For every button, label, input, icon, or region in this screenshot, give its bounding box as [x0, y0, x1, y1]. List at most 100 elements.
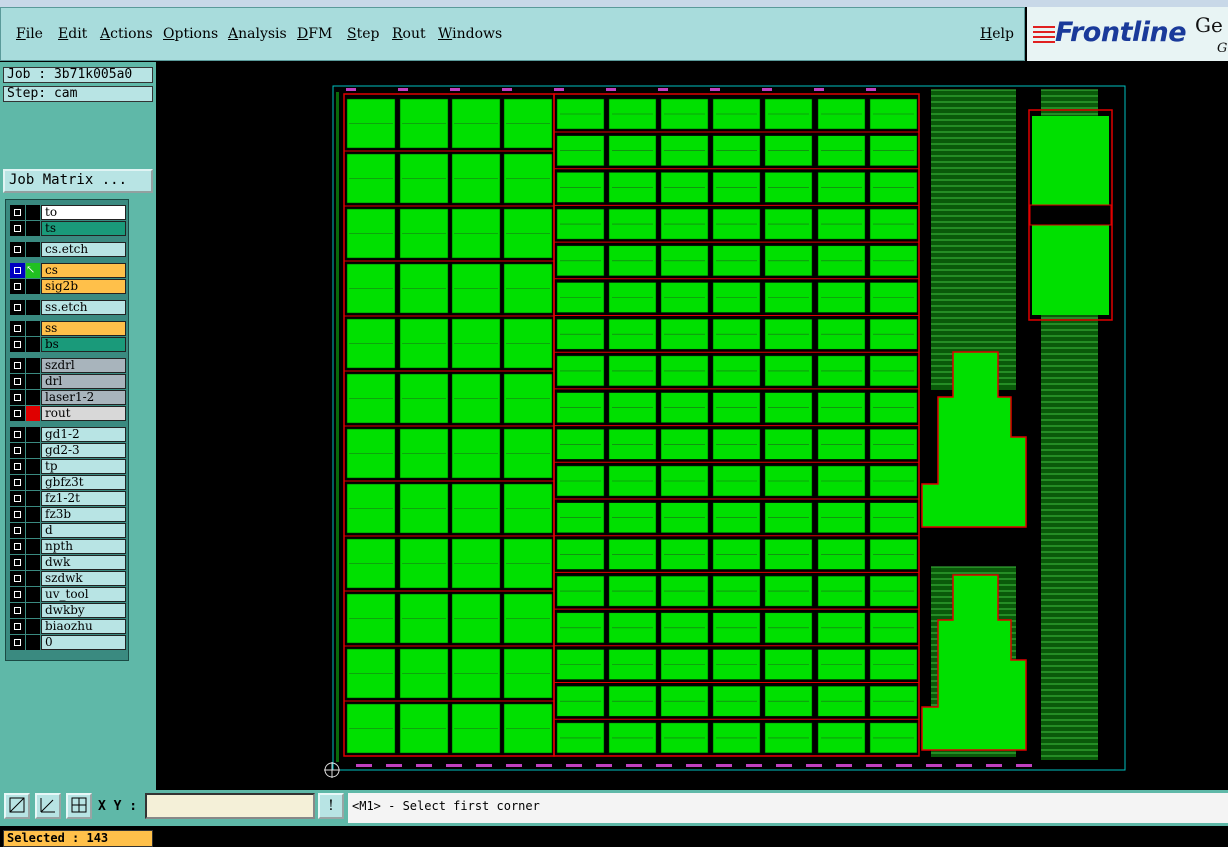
layer-color-swatch[interactable]	[26, 374, 40, 389]
layer-name[interactable]: 0	[41, 635, 126, 650]
menu-rout[interactable]: Rout	[392, 26, 426, 42]
layer-row[interactable]: ss	[8, 321, 126, 336]
layer-checkbox[interactable]	[10, 587, 25, 602]
layer-name[interactable]: sig2b	[41, 279, 126, 294]
layer-name[interactable]: cs.etch	[41, 242, 126, 257]
layer-row[interactable]: npth	[8, 539, 126, 554]
layer-color-swatch[interactable]	[26, 523, 40, 538]
layer-name[interactable]: dwk	[41, 555, 126, 570]
layer-checkbox[interactable]	[10, 603, 25, 618]
layer-checkbox[interactable]	[10, 635, 25, 650]
layer-name[interactable]: fz1-2t	[41, 491, 126, 506]
layer-checkbox[interactable]	[10, 279, 25, 294]
xy-input[interactable]	[145, 793, 315, 819]
layer-color-swatch[interactable]	[26, 507, 40, 522]
menu-analysis[interactable]: Analysis	[228, 26, 287, 42]
layer-color-swatch[interactable]	[26, 587, 40, 602]
layer-color-swatch[interactable]	[26, 603, 40, 618]
layer-color-swatch[interactable]	[26, 300, 40, 315]
layer-checkbox[interactable]	[10, 390, 25, 405]
graphics-canvas[interactable]	[156, 62, 1228, 790]
layer-name[interactable]: bs	[41, 337, 126, 352]
layer-row[interactable]: drl	[8, 374, 126, 389]
menu-file[interactable]: File	[16, 26, 43, 42]
layer-row[interactable]: bs	[8, 337, 126, 352]
layer-checkbox[interactable]	[10, 459, 25, 474]
layer-color-swatch[interactable]	[26, 571, 40, 586]
layer-row[interactable]: sig2b	[8, 279, 126, 294]
layer-color-swatch[interactable]	[26, 459, 40, 474]
layer-color-swatch[interactable]	[26, 279, 40, 294]
layer-checkbox[interactable]	[10, 242, 25, 257]
layer-checkbox[interactable]	[10, 475, 25, 490]
layer-checkbox[interactable]	[10, 358, 25, 373]
layer-name[interactable]: ss.etch	[41, 300, 126, 315]
layer-name[interactable]: to	[41, 205, 126, 220]
layer-checkbox[interactable]	[10, 321, 25, 336]
layer-row[interactable]: ts	[8, 221, 126, 236]
layer-row[interactable]: 0	[8, 635, 126, 650]
layer-row[interactable]: szdwk	[8, 571, 126, 586]
layer-name[interactable]: gd1-2	[41, 427, 126, 442]
layer-checkbox[interactable]	[10, 555, 25, 570]
layer-name[interactable]: gd2-3	[41, 443, 126, 458]
layer-checkbox[interactable]	[10, 619, 25, 634]
layer-row[interactable]: gd2-3	[8, 443, 126, 458]
layer-color-swatch[interactable]	[26, 491, 40, 506]
layer-checkbox[interactable]	[10, 205, 25, 220]
layer-color-swatch[interactable]	[26, 635, 40, 650]
layer-color-swatch[interactable]	[26, 205, 40, 220]
layer-checkbox[interactable]	[10, 571, 25, 586]
layer-checkbox[interactable]	[10, 374, 25, 389]
menu-options[interactable]: Options	[163, 26, 218, 42]
layer-name[interactable]: npth	[41, 539, 126, 554]
panel-drawing[interactable]	[156, 62, 1228, 790]
layer-checkbox[interactable]	[10, 491, 25, 506]
menu-edit[interactable]: Edit	[58, 26, 87, 42]
layer-name[interactable]: biaozhu	[41, 619, 126, 634]
layer-checkbox[interactable]	[10, 337, 25, 352]
layer-name[interactable]: d	[41, 523, 126, 538]
layer-color-swatch[interactable]	[26, 337, 40, 352]
layer-name[interactable]: ts	[41, 221, 126, 236]
job-matrix-button[interactable]: Job Matrix ...	[3, 169, 153, 193]
layer-row[interactable]: ss.etch	[8, 300, 126, 315]
layer-checkbox[interactable]	[10, 263, 25, 278]
layer-row[interactable]: fz3b	[8, 507, 126, 522]
layer-color-swatch[interactable]	[26, 358, 40, 373]
layer-color-swatch[interactable]	[26, 619, 40, 634]
layer-row[interactable]: d	[8, 523, 126, 538]
layer-row[interactable]: tp	[8, 459, 126, 474]
layer-checkbox[interactable]	[10, 443, 25, 458]
layer-name[interactable]: rout	[41, 406, 126, 421]
menu-dfm[interactable]: DFM	[297, 26, 332, 42]
layer-checkbox[interactable]	[10, 427, 25, 442]
layer-name[interactable]: szdrl	[41, 358, 126, 373]
layer-color-swatch[interactable]	[26, 427, 40, 442]
layer-name[interactable]: gbfz3t	[41, 475, 126, 490]
layer-row[interactable]: laser1-2	[8, 390, 126, 405]
layer-checkbox[interactable]	[10, 300, 25, 315]
layer-color-swatch[interactable]	[26, 475, 40, 490]
zoom-area-button[interactable]	[4, 793, 30, 819]
layer-row[interactable]: uv_tool	[8, 587, 126, 602]
layer-color-swatch[interactable]	[26, 555, 40, 570]
layer-checkbox[interactable]	[10, 221, 25, 236]
menu-windows[interactable]: Windows	[438, 26, 502, 42]
layer-color-swatch[interactable]	[26, 406, 40, 421]
layer-row[interactable]: gbfz3t	[8, 475, 126, 490]
layer-row[interactable]: to	[8, 205, 126, 220]
measure-button[interactable]	[35, 793, 61, 819]
layer-checkbox[interactable]	[10, 406, 25, 421]
layer-name[interactable]: fz3b	[41, 507, 126, 522]
layer-name[interactable]: drl	[41, 374, 126, 389]
layer-checkbox[interactable]	[10, 523, 25, 538]
layer-color-swatch[interactable]	[26, 242, 40, 257]
layer-color-swatch[interactable]	[26, 321, 40, 336]
layer-color-swatch[interactable]	[26, 390, 40, 405]
layer-checkbox[interactable]	[10, 507, 25, 522]
layer-row[interactable]: rout	[8, 406, 126, 421]
layer-row[interactable]: ↖ cs	[8, 263, 126, 278]
layer-name[interactable]: laser1-2	[41, 390, 126, 405]
layer-color-swatch[interactable]	[26, 539, 40, 554]
